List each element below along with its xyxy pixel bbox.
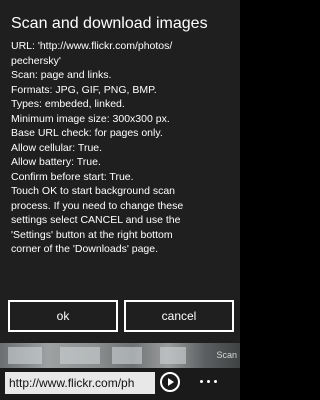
- message-line: Formats: JPG, GIF, PNG, BMP.: [11, 83, 157, 96]
- ellipsis-icon: [214, 380, 217, 383]
- address-bar-input[interactable]: http://www.flickr.com/ph: [5, 372, 155, 394]
- ellipsis-icon: [207, 380, 210, 383]
- preview-thumbnail: [160, 347, 186, 364]
- message-line: 'Settings' button at the right bottom: [11, 228, 173, 241]
- dialog-message: URL: 'http://www.flickr.com/photos/ pech…: [11, 39, 231, 257]
- message-line: Minimum image size: 300x300 px.: [11, 112, 170, 125]
- message-line: Types: embeded, linked.: [11, 98, 125, 110]
- ellipsis-icon: [200, 380, 203, 383]
- screen: Scan and download images URL: 'http://ww…: [0, 0, 240, 400]
- ok-button[interactable]: ok: [8, 300, 118, 332]
- message-line: pechersky': [11, 54, 61, 67]
- go-button[interactable]: [160, 372, 180, 392]
- background-page-preview: Scan: [0, 343, 240, 368]
- message-line: Confirm before start: True.: [11, 170, 134, 183]
- cancel-button[interactable]: cancel: [124, 300, 234, 332]
- message-line: Allow cellular: True.: [11, 141, 103, 154]
- message-line: settings select CANCEL and use the: [11, 214, 181, 226]
- dialog-title: Scan and download images: [11, 15, 208, 32]
- message-line: Scan: page and links.: [11, 69, 112, 81]
- preview-thumbnail: [112, 347, 142, 364]
- arrow-right-icon: [168, 378, 174, 386]
- message-line: URL: 'http://www.flickr.com/photos/: [11, 40, 173, 52]
- more-options-button[interactable]: [196, 376, 224, 388]
- background-scan-label: Scan: [216, 350, 237, 360]
- message-line: Base URL check: for pages only.: [11, 127, 163, 139]
- dialog-buttons: ok cancel: [0, 300, 240, 332]
- preview-thumbnail: [60, 347, 100, 364]
- message-line: process. If you need to change these: [11, 199, 184, 212]
- browser-app-bar: http://www.flickr.com/ph: [0, 368, 240, 400]
- message-line: corner of the 'Downloads' page.: [11, 243, 159, 255]
- scan-dialog: Scan and download images URL: 'http://ww…: [0, 0, 240, 343]
- message-line: Touch OK to start background scan: [11, 185, 176, 197]
- message-line: Allow battery: True.: [11, 156, 101, 168]
- preview-thumbnail: [8, 347, 42, 364]
